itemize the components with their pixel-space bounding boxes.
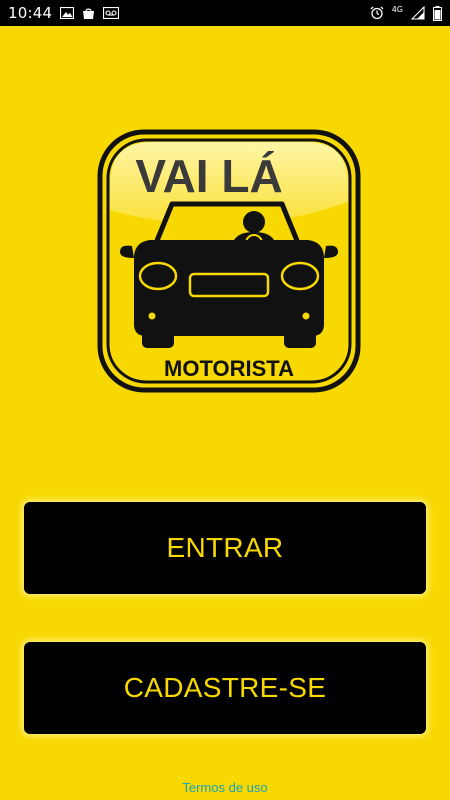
alarm-icon <box>370 6 384 20</box>
signup-button[interactable]: CADASTRE-SE <box>24 642 426 734</box>
status-bar: 10:44 4G <box>0 0 450 26</box>
battery-icon <box>433 5 442 21</box>
signal-icon <box>411 6 425 20</box>
app-logo: VAI LÁ MOTORISTA <box>92 124 366 398</box>
image-icon <box>60 7 75 19</box>
voicemail-icon <box>103 7 120 19</box>
login-button[interactable]: ENTRAR <box>24 502 426 594</box>
network-4g-icon: 4G <box>391 5 403 14</box>
status-bar-left: 10:44 <box>8 4 120 22</box>
logo-subtitle: MOTORISTA <box>164 356 294 381</box>
logo-title: VAI LÁ <box>135 150 282 202</box>
bag-icon <box>82 7 95 20</box>
status-bar-right: 4G <box>370 5 442 21</box>
terms-of-use-link[interactable]: Termos de uso <box>0 780 450 795</box>
status-time: 10:44 <box>8 4 53 22</box>
